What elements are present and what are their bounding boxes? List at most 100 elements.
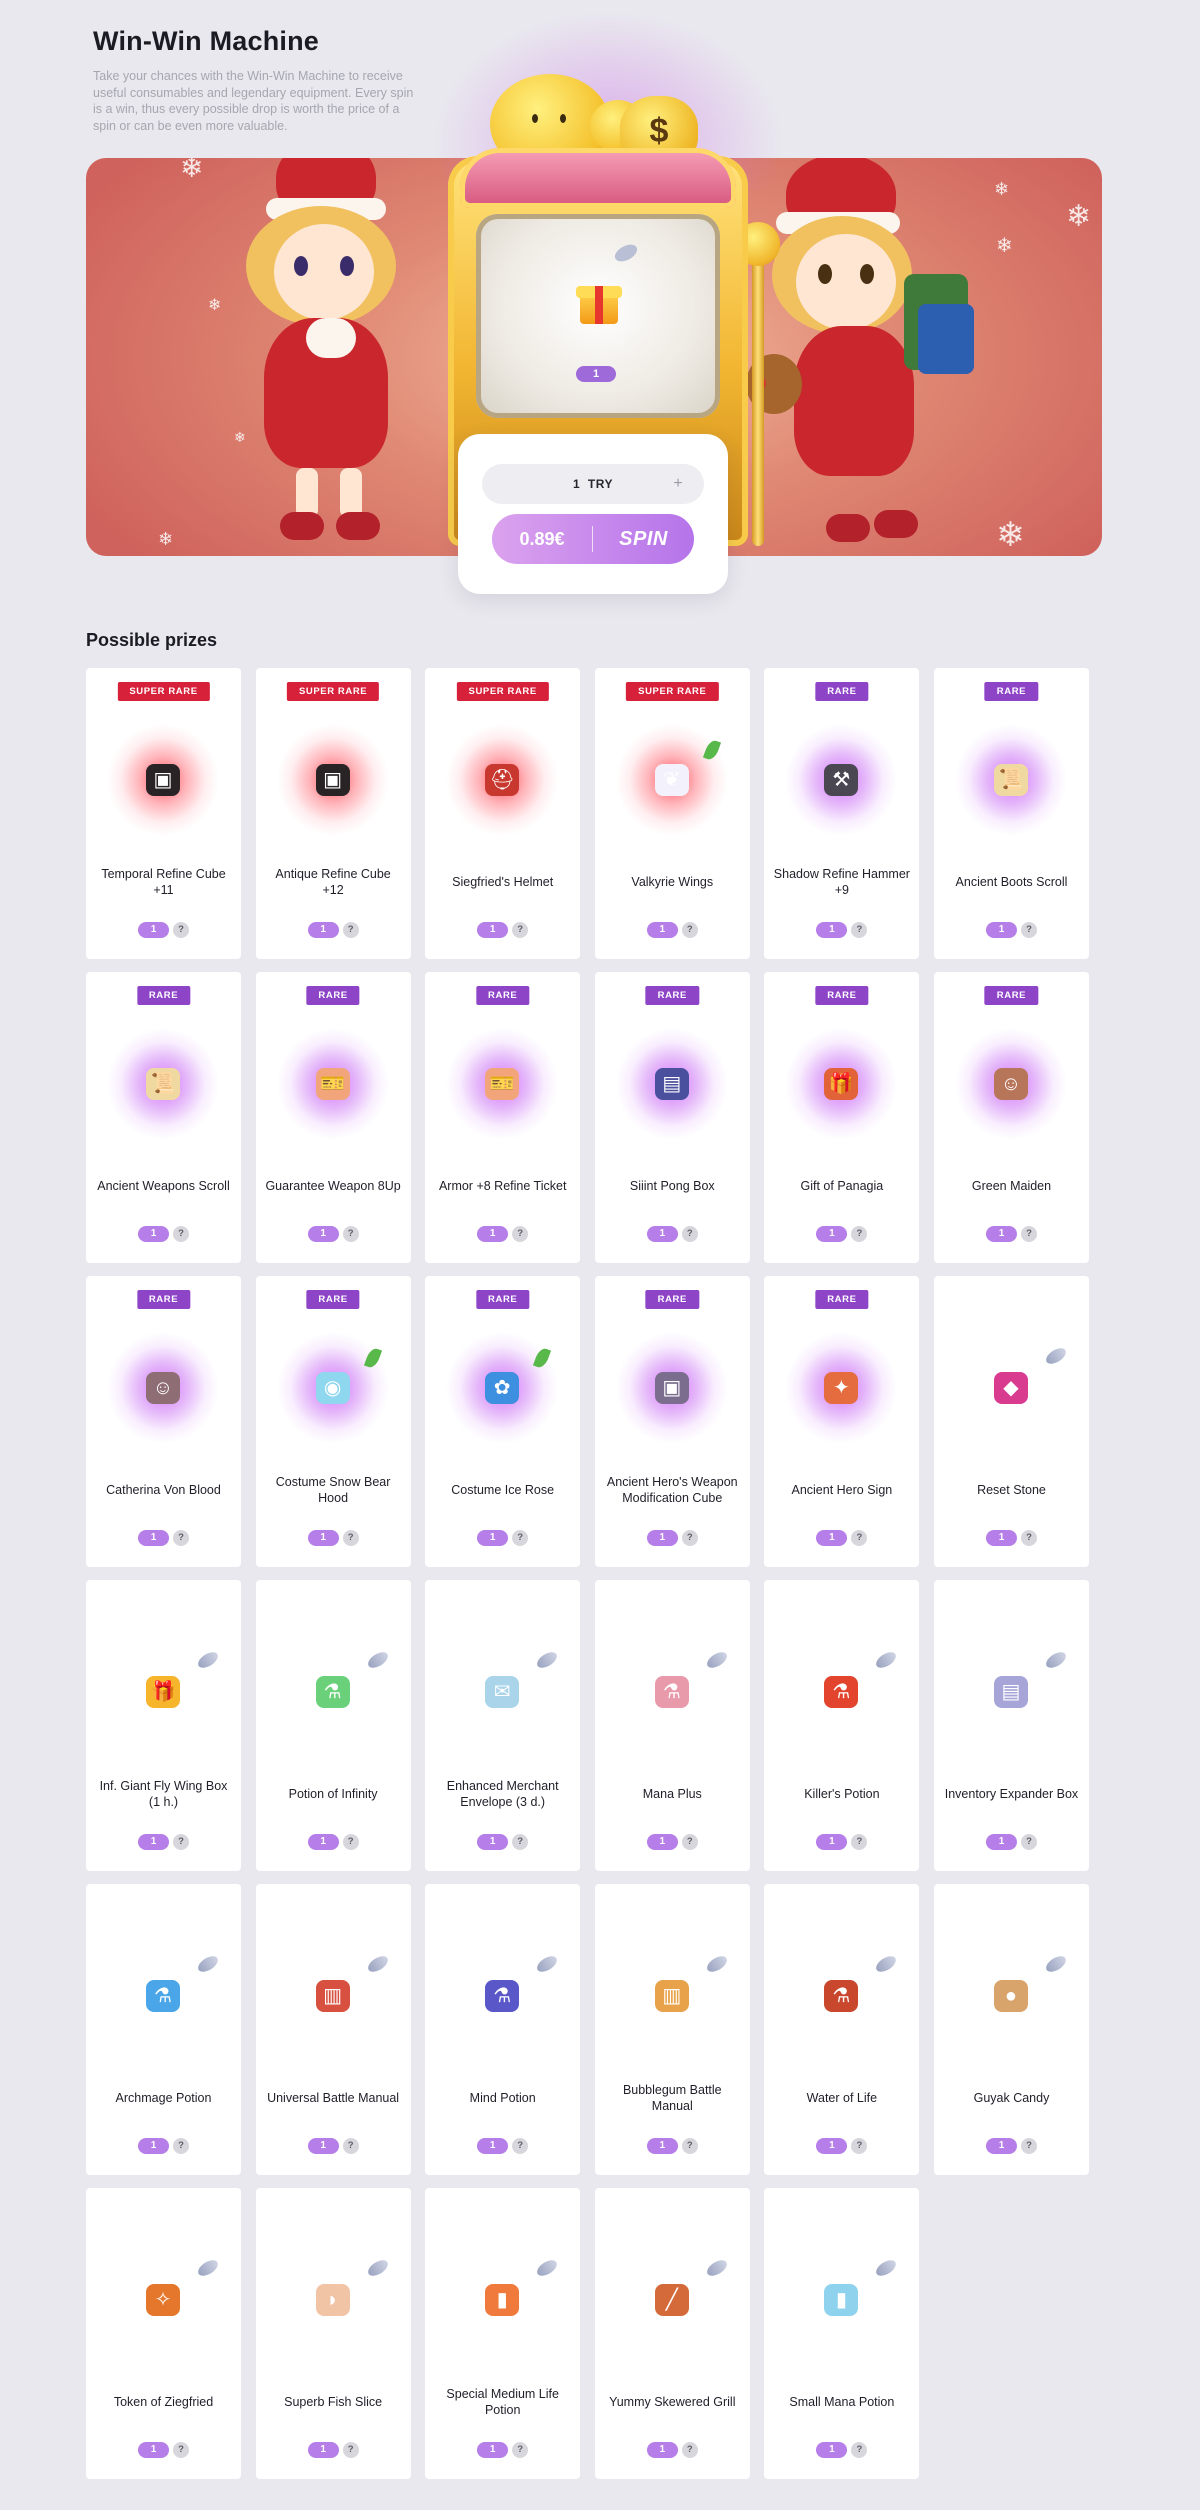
info-icon[interactable]: ? bbox=[681, 922, 698, 938]
prize-card[interactable]: ✉ Enhanced Merchant Envelope (3 d.) 1? bbox=[425, 1580, 581, 1871]
prize-card[interactable]: ✧ Token of Ziegfried 1? bbox=[86, 2188, 241, 2479]
prize-card[interactable]: RARE ✿ Costume Ice Rose 1? bbox=[425, 1276, 581, 1567]
prize-card[interactable]: ⚗ Killer's Potion 1? bbox=[764, 1580, 920, 1871]
spin-button[interactable]: 0.89€ SPIN bbox=[492, 514, 694, 564]
info-icon[interactable]: ? bbox=[512, 1530, 529, 1546]
info-icon[interactable]: ? bbox=[1020, 2138, 1037, 2154]
info-icon[interactable]: ? bbox=[1020, 922, 1037, 938]
info-icon[interactable]: ? bbox=[342, 1226, 359, 1242]
info-icon[interactable]: ? bbox=[681, 1530, 698, 1546]
info-icon[interactable]: ? bbox=[342, 1530, 359, 1546]
info-icon[interactable]: ? bbox=[1020, 1226, 1037, 1242]
prize-card[interactable]: ◗ Superb Fish Slice 1? bbox=[255, 2188, 411, 2479]
info-icon[interactable]: ? bbox=[681, 1834, 698, 1850]
info-icon[interactable]: ? bbox=[342, 922, 359, 938]
info-icon[interactable]: ? bbox=[681, 2138, 698, 2154]
prize-card[interactable]: RARE ▣ Ancient Hero's Weapon Modification … bbox=[594, 1276, 750, 1567]
prize-card[interactable]: SUPER RARE ⛑ Siegfried's Helmet 1? bbox=[425, 668, 581, 959]
info-icon[interactable]: ? bbox=[851, 2138, 868, 2154]
info-icon[interactable]: ? bbox=[851, 1530, 868, 1546]
prize-name: Green Maiden bbox=[971, 1178, 1052, 1193]
info-icon[interactable]: ? bbox=[342, 2442, 359, 2458]
prize-card[interactable]: ╱ Yummy Skewered Grill 1? bbox=[594, 2188, 750, 2479]
prize-card[interactable]: ● Guyak Candy 1? bbox=[933, 1884, 1089, 2175]
machine-arch bbox=[460, 148, 736, 208]
prize-card[interactable]: ⚗ Mana Plus 1? bbox=[594, 1580, 750, 1871]
snowflake-icon: ❄ bbox=[1066, 200, 1092, 233]
info-icon[interactable]: ? bbox=[512, 2442, 529, 2458]
prize-card[interactable]: SUPER RARE ▣ Antique Refine Cube +12 1? bbox=[255, 668, 411, 959]
prize-card[interactable]: ⚗ Potion of Infinity 1? bbox=[255, 1580, 411, 1871]
prize-image: ⚗ bbox=[781, 1936, 901, 2056]
info-icon[interactable]: ? bbox=[173, 922, 189, 938]
box-icon: ▤ bbox=[654, 1068, 689, 1100]
prize-name: Small Mana Potion bbox=[789, 2394, 895, 2409]
scroll-icon: 📜 bbox=[993, 764, 1028, 796]
info-icon[interactable]: ? bbox=[851, 922, 868, 938]
info-icon[interactable]: ? bbox=[173, 1834, 189, 1850]
prize-card[interactable]: ▤ Inventory Expander Box 1? bbox=[933, 1580, 1089, 1871]
feather-icon bbox=[1043, 1953, 1069, 1975]
prize-quantity: 1 bbox=[138, 1226, 169, 1242]
feather-icon bbox=[1043, 1345, 1069, 1367]
info-icon[interactable]: ? bbox=[512, 2138, 529, 2154]
rare-badge: RARE bbox=[476, 986, 530, 1005]
info-icon[interactable]: ? bbox=[1020, 1834, 1037, 1850]
info-icon[interactable]: ? bbox=[1020, 1530, 1037, 1546]
prize-card[interactable]: RARE 🎁 Gift of Panagia 1? bbox=[764, 972, 920, 1263]
prize-footer: 1? bbox=[595, 1530, 750, 1546]
info-icon[interactable]: ? bbox=[512, 1226, 529, 1242]
info-icon[interactable]: ? bbox=[342, 1834, 359, 1850]
prize-name: Ancient Weapons Scroll bbox=[97, 1178, 230, 1193]
doll-icon: ☺ bbox=[993, 1068, 1028, 1100]
prize-card[interactable]: 🎁 Inf. Giant Fly Wing Box (1 h.) 1? bbox=[86, 1580, 241, 1871]
prize-card[interactable]: ⚗ Mind Potion 1? bbox=[425, 1884, 581, 2175]
prizes-title: Possible prizes bbox=[86, 630, 218, 650]
prize-quantity: 1 bbox=[646, 2138, 678, 2154]
prize-card[interactable]: RARE ☺ Catherina Von Blood 1? bbox=[86, 1276, 241, 1567]
prize-card[interactable]: RARE ▤ Siiint Pong Box 1? bbox=[594, 972, 750, 1263]
prize-card[interactable]: RARE ✦ Ancient Hero Sign 1? bbox=[764, 1276, 920, 1567]
rare-badge: RARE bbox=[645, 1290, 699, 1309]
info-icon[interactable]: ? bbox=[173, 2442, 189, 2458]
prize-image: ◗ bbox=[273, 2240, 393, 2360]
prize-footer: 1? bbox=[425, 922, 580, 938]
prize-card[interactable]: ◆ Reset Stone 1? bbox=[933, 1276, 1089, 1567]
info-icon[interactable]: ? bbox=[851, 2442, 868, 2458]
prize-card[interactable]: RARE 🎫 Armor +8 Refine Ticket 1? bbox=[425, 972, 581, 1263]
prize-card[interactable]: RARE 📜 Ancient Boots Scroll 1? bbox=[933, 668, 1089, 959]
prize-name: Ancient Boots Scroll bbox=[955, 874, 1068, 889]
info-icon[interactable]: ? bbox=[851, 1226, 868, 1242]
prize-card[interactable]: ▥ Universal Battle Manual 1? bbox=[255, 1884, 411, 2175]
rare-badge: RARE bbox=[136, 986, 191, 1005]
info-icon[interactable]: ? bbox=[512, 922, 529, 938]
prize-card[interactable]: RARE ◉ Costume Snow Bear Hood 1? bbox=[255, 1276, 411, 1567]
prize-card[interactable]: ⚗ Archmage Potion 1? bbox=[86, 1884, 241, 2175]
info-icon[interactable]: ? bbox=[173, 1226, 189, 1242]
increment-button[interactable]: + bbox=[670, 475, 686, 493]
prize-card[interactable]: RARE 🎫 Guarantee Weapon 8Up 1? bbox=[255, 972, 411, 1263]
prize-footer: 1? bbox=[256, 922, 411, 938]
prize-card[interactable]: ▮ Small Mana Potion 1? bbox=[764, 2188, 920, 2479]
info-icon[interactable]: ? bbox=[681, 2442, 698, 2458]
info-icon[interactable]: ? bbox=[851, 1834, 868, 1850]
info-icon[interactable]: ? bbox=[173, 2138, 189, 2154]
info-icon[interactable]: ? bbox=[681, 1226, 698, 1242]
spin-quantity-stepper[interactable]: 1 TRY + bbox=[482, 464, 704, 504]
info-icon[interactable]: ? bbox=[512, 1834, 529, 1850]
super-rare-badge: SUPER RARE bbox=[117, 682, 210, 701]
prize-card[interactable]: ⚗ Water of Life 1? bbox=[764, 1884, 920, 2175]
prize-card[interactable]: RARE ☺ Green Maiden 1? bbox=[933, 972, 1089, 1263]
prize-card[interactable]: RARE ⚒ Shadow Refine Hammer +9 1? bbox=[764, 668, 920, 959]
prize-card[interactable]: RARE 📜 Ancient Weapons Scroll 1? bbox=[86, 972, 241, 1263]
rare-badge: RARE bbox=[306, 986, 360, 1005]
rare-badge: RARE bbox=[815, 1290, 869, 1309]
info-icon[interactable]: ? bbox=[342, 2138, 359, 2154]
prize-card[interactable]: ▮ Special Medium Life Potion 1? bbox=[425, 2188, 581, 2479]
info-icon[interactable]: ? bbox=[173, 1530, 189, 1546]
prize-card[interactable]: ▥ Bubblegum Battle Manual 1? bbox=[594, 1884, 750, 2175]
prize-card[interactable]: SUPER RARE ❦ Valkyrie Wings 1? bbox=[594, 668, 750, 959]
prize-card[interactable]: SUPER RARE ▣ Temporal Refine Cube +11 1? bbox=[86, 668, 241, 959]
prize-footer: 1? bbox=[934, 1226, 1089, 1242]
prize-quantity: 1 bbox=[646, 2442, 678, 2458]
